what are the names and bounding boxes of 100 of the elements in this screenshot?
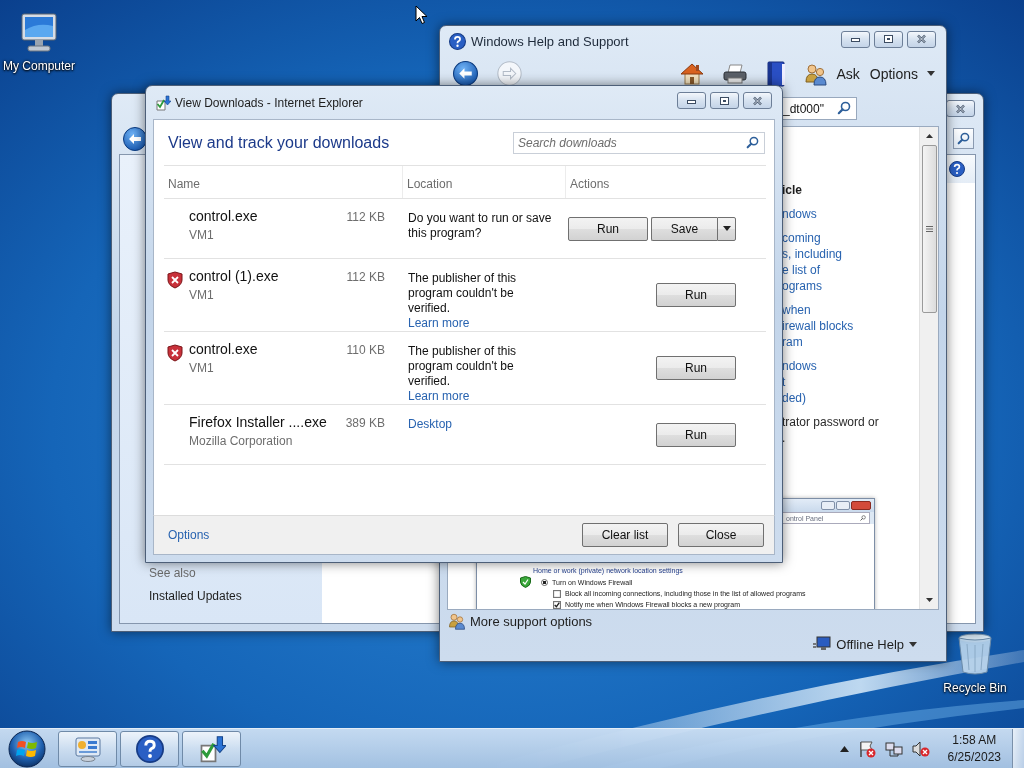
article-text: . (782, 430, 787, 446)
people-icon (448, 612, 466, 630)
recycle-bin-icon[interactable] (956, 632, 994, 676)
article-link[interactable]: ndows (782, 358, 919, 374)
clock[interactable]: 1:58 AM 6/25/2023 (947, 731, 1001, 766)
speaker-icon[interactable] (911, 739, 930, 758)
forward-button[interactable] (497, 61, 522, 86)
taskbar-button[interactable] (182, 730, 241, 767)
caret-icon (927, 71, 935, 76)
file-size: 112 KB (346, 270, 385, 284)
help-button[interactable] (949, 161, 965, 177)
start-button[interactable] (7, 728, 47, 768)
file-size: 112 KB (346, 210, 385, 224)
grip-icon (925, 226, 933, 232)
close-button[interactable] (907, 30, 936, 48)
learn-more-link[interactable]: Learn more (408, 316, 470, 331)
help-icon (449, 32, 466, 50)
article-link[interactable]: when (782, 302, 919, 318)
desktop-icon-label[interactable]: My Computer (3, 59, 75, 73)
flag-icon[interactable] (857, 739, 876, 758)
maximize-icon (719, 95, 730, 106)
taskbar-button[interactable] (120, 730, 179, 767)
minimize-button[interactable] (841, 30, 870, 48)
checkbox[interactable] (553, 600, 561, 609)
search-button[interactable] (837, 101, 851, 115)
side-pane-link[interactable]: Installed Updates (149, 589, 322, 603)
see-also-heading: See also (149, 566, 197, 580)
file-name: control (1).exe (189, 268, 279, 284)
close-button[interactable]: Close (678, 523, 764, 547)
file-size: 110 KB (346, 343, 385, 357)
caret-icon (909, 641, 917, 647)
file-source: VM1 (189, 288, 215, 302)
file-source: VM1 (189, 228, 215, 242)
article-link[interactable]: ram (782, 334, 919, 350)
article-link[interactable]: coming (782, 230, 919, 246)
window-title: View Downloads - Internet Explorer (175, 95, 363, 110)
search-field[interactable]: Search downloads (513, 132, 765, 154)
clock-time: 1:58 AM (952, 731, 997, 749)
radio-button[interactable] (541, 578, 548, 586)
close-button[interactable] (946, 100, 975, 117)
maximize-button[interactable] (874, 30, 903, 48)
dropdown-button[interactable] (717, 216, 736, 241)
search-icon (957, 132, 970, 145)
article-link[interactable]: ndows (782, 206, 919, 222)
house-icon[interactable] (680, 61, 705, 86)
scroll-down-icon[interactable] (925, 598, 933, 602)
article-link[interactable]: irewall blocks (782, 318, 919, 334)
back-button[interactable] (453, 61, 478, 86)
learn-more-link[interactable]: Learn more (408, 389, 470, 404)
help-icon (949, 161, 965, 177)
options-menu[interactable]: Options (869, 65, 935, 82)
run-button[interactable]: Run (656, 283, 736, 307)
printer-icon[interactable] (723, 62, 748, 85)
window-title: Windows Help and Support (471, 33, 629, 49)
back-button[interactable] (123, 126, 147, 151)
file-source: Mozilla Corporation (189, 434, 294, 448)
column-header: Name (164, 166, 403, 198)
close-icon (752, 95, 763, 106)
show-hidden-icons-button[interactable] (839, 745, 849, 752)
show-desktop-button[interactable] (1012, 729, 1024, 768)
file-source: VM1 (189, 361, 215, 375)
location-message: The publisher of this program couldn't be verified. (408, 344, 517, 389)
close-button[interactable] (743, 92, 772, 109)
minimize-button[interactable] (677, 92, 706, 109)
save-button[interactable]: Save (651, 216, 717, 241)
offline-help-button[interactable]: Offline Help (813, 636, 917, 652)
shield-icon (520, 576, 531, 588)
column-header: Location (403, 166, 566, 198)
support-button[interactable]: More support options (448, 612, 939, 630)
book-icon[interactable] (765, 60, 788, 87)
scroll-up-icon[interactable] (925, 134, 933, 138)
ask-button[interactable]: Ask (804, 61, 860, 86)
article-link[interactable]: ded) (782, 390, 919, 406)
run-button[interactable]: Run (568, 216, 648, 241)
search-icon (860, 515, 866, 521)
scroll-thumb[interactable] (921, 145, 937, 313)
search-button[interactable] (746, 136, 759, 149)
maximize-icon (883, 34, 894, 44)
scrollbar[interactable] (919, 127, 938, 609)
search-field[interactable]: _dt000" (781, 97, 857, 120)
run-button[interactable]: Run (656, 422, 736, 447)
maximize-button[interactable] (710, 92, 739, 109)
article-link[interactable]: s, including (782, 246, 919, 262)
options-link[interactable]: Options (168, 528, 210, 542)
file-name: Firefox Installer ....exe (189, 414, 327, 430)
location-link[interactable]: Desktop (408, 417, 453, 432)
desktop-icon-label[interactable]: Recycle Bin (943, 681, 1007, 695)
control-panel-icon (73, 735, 102, 762)
network-icon[interactable] (884, 739, 903, 758)
article-link[interactable]: e list of (782, 262, 919, 278)
computer-icon[interactable] (18, 12, 60, 54)
caret-icon (722, 226, 731, 231)
downloads-heading: View and track your downloads (168, 134, 390, 152)
search-button[interactable] (953, 128, 974, 149)
checkbox[interactable] (553, 589, 561, 598)
clear-list-button[interactable]: Clear list (582, 523, 668, 547)
location-message: The publisher of this program couldn't be verified. (408, 271, 517, 316)
file-name: control.exe (189, 341, 258, 357)
run-button[interactable]: Run (656, 356, 736, 380)
article-link[interactable]: ograms (782, 278, 919, 294)
